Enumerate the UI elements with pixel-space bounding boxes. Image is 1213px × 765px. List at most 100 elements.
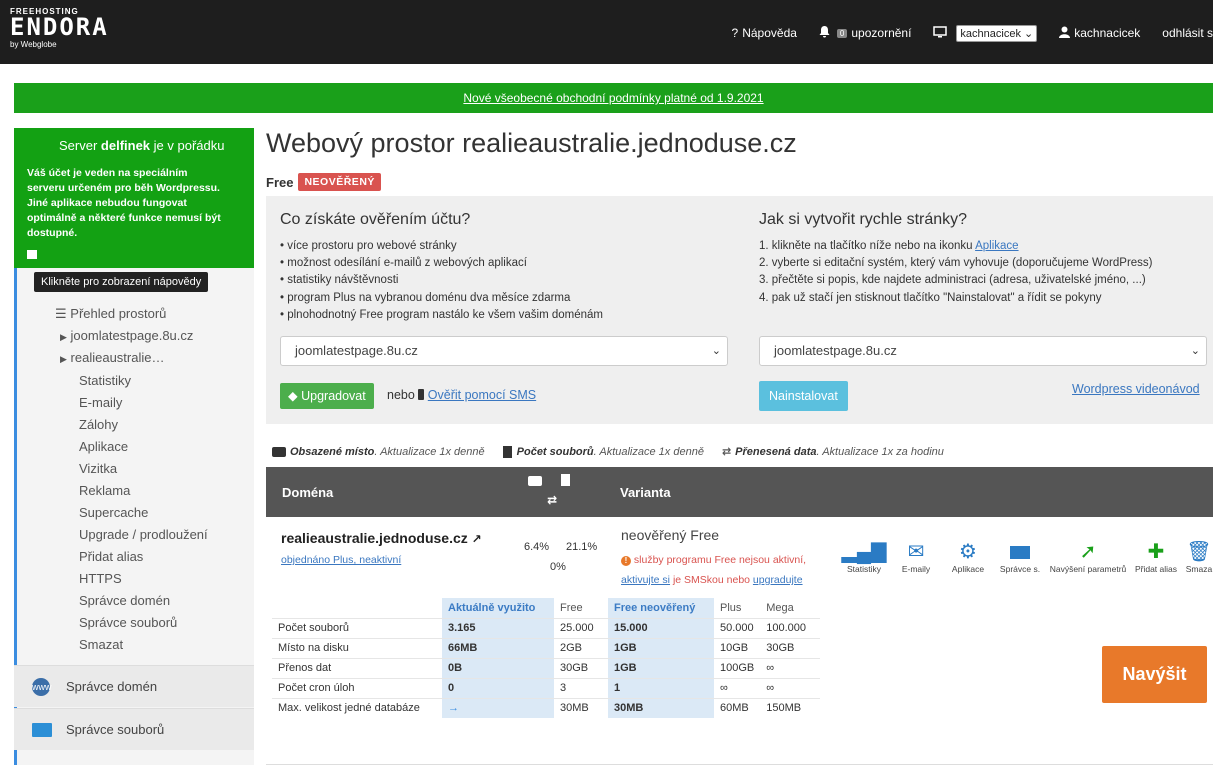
info-panel: Co získáte ověřením účtu? • více prostor… [266,196,1213,424]
install-button[interactable]: Nainstalovat [759,381,848,411]
action-emails[interactable]: ✉ E-maily [890,540,942,574]
variant-name: neověřený Free [621,527,720,543]
column-header-free: Free [560,601,583,614]
list-item: • možnost odesílání e-mailů z webových a… [280,257,527,270]
legend-transfer-note: . Aktualizace 1x za hodinu [816,445,944,458]
ordered-plan-link[interactable]: objednáno Plus, neaktivní [281,554,401,566]
upgrade-link[interactable]: upgradujte [753,574,803,586]
cell-value: 0B [448,662,463,674]
sidebar-sub-https[interactable]: HTTPS [79,571,122,586]
cell-value: ∞ [714,677,761,698]
list-item: • více prostoru pro webové stránky [280,240,457,252]
cell-value: 30MB [614,702,644,715]
action-statistics[interactable]: ▂▄▇ Statistiky [838,540,890,574]
sidebar-sub-label: HTTPS [79,571,122,586]
sidebar-sub-statistics[interactable]: Statistiky [79,373,131,388]
account-switcher[interactable]: kachnacicek ⌄ [933,24,1038,42]
action-add-alias[interactable]: ✚ Přidat alias [1130,540,1182,574]
account-select[interactable]: kachnacicek ⌄ [956,24,1038,42]
notifications-link[interactable]: 0 upozornění [819,25,911,41]
list-item: 2. vyberte si editační systém, který vám… [759,257,1153,270]
action-label: E-maily [901,564,931,574]
page-title: Webový prostor realieaustralie.jednoduse… [266,128,797,158]
sidebar-sub-upgrade[interactable]: Upgrade / prodloužení [79,527,208,542]
files-usage-percent: 21.1% [566,541,598,553]
cell-value: 10GB [714,637,761,658]
upgrade-button[interactable]: ◆ Upgradovat [280,383,374,409]
logo-by-text: by Webglobe [10,40,57,49]
envelope-icon: ✉ [907,541,925,563]
sidebar-item-domain-manager[interactable]: www Správce domén [14,665,254,707]
install-domain-select[interactable]: joomlatestpage.8u.cz ⌄ [759,336,1207,366]
sidebar-item-space-joomla[interactable]: ▶ joomlatestpage.8u.cz [60,328,193,343]
legend-transfer-label: Přenesená data [735,445,817,458]
domain-actions: ▂▄▇ Statistiky ✉ E-maily ⚙ Aplikace Sprá… [838,540,1213,574]
table-row: Počet cron úloh 0 3 1 ∞ ∞ [272,677,821,698]
list-item: 3. přečtěte si popis, kde najdete admini… [759,274,1146,287]
arrow-right-icon[interactable]: → [448,702,459,714]
sidebar-item-label: Správce souborů [66,722,165,737]
list-item-text: možnost odesílání e-mailů z webových apl… [287,257,527,270]
cell-value: 30GB [760,637,821,658]
external-link-icon[interactable]: ↗ [472,532,482,546]
sidebar-sub-label: Smazat [79,637,124,652]
sidebar-sub-delete[interactable]: Smazat [79,637,123,652]
sidebar-sub-apps[interactable]: Aplikace [79,439,128,454]
action-boost-parameters[interactable]: ➚ Navýšení parametrů [1046,540,1130,574]
sidebar-item-file-manager[interactable]: Správce souborů [14,708,254,750]
column-domain: Doména [282,485,334,500]
sidebar-sub-ads[interactable]: Reklama [79,483,130,498]
sidebar-sub-label: Supercache [79,505,149,520]
sidebar-sub-label: E-maily [79,395,123,410]
sidebar-sub-card[interactable]: Vizitka [79,461,117,476]
sidebar-sub-label: Upgrade / prodloužení [79,527,208,542]
action-label: Smaza [1185,564,1213,574]
activate-link[interactable]: aktivujte si [621,574,670,586]
sidebar-sub-domains[interactable]: Správce domén [79,593,170,608]
button-label: Upgradovat [301,389,366,403]
column-header-plus: Plus [720,601,742,614]
sidebar-item-label: Přehled prostorů [70,306,167,321]
sms-verify-link[interactable]: Ověřit pomocí SMS [428,388,536,402]
wordpress-video-link[interactable]: Wordpress videonávod [1072,382,1200,396]
action-label: Přidat alias [1134,564,1178,574]
sidebar-sub-files[interactable]: Správce souborů [79,615,177,630]
sidebar-item-space-realie[interactable]: ▶ realieaustralie… [60,350,164,365]
select-value: joomlatestpage.8u.cz [774,343,897,358]
row-label: Počet souborů [272,617,442,638]
column-header-free-unverified: Free neověřený [608,598,714,618]
file-icon [561,474,571,486]
folder-icon [994,540,1046,564]
sidebar-item-overview[interactable]: ☰ Přehled prostorů [55,306,166,322]
plus-icon: ✚ [1147,541,1165,563]
verify-benefits-list: • více prostoru pro webové stránky • mož… [280,238,603,324]
action-file-manager[interactable]: Správce s. [994,540,1046,574]
sidebar-sub-supercache[interactable]: Supercache [79,505,148,520]
action-delete[interactable]: 🗑 Smaza [1182,540,1213,574]
user-link[interactable]: kachnacicek [1059,26,1140,41]
cell-value: 1GB [614,662,637,674]
upgrade-domain-select[interactable]: joomlatestpage.8u.cz ⌄ [280,336,728,366]
list-item: 1. klikněte na tlačítko níže nebo na iko… [759,238,1153,255]
boost-button[interactable]: Navýšit [1102,646,1207,703]
action-apps[interactable]: ⚙ Aplikace [942,540,994,574]
terms-link[interactable]: Nové všeobecné obchodní podmínky platné … [463,91,763,105]
plan-line: Free NEOVĚŘENÝ [266,173,381,191]
server-name: delfinek [100,138,151,153]
sidebar-sub-label: Statistiky [79,373,132,388]
help-link[interactable]: ? Nápověda [732,26,797,40]
usage-column-icons: ⇄ [528,473,571,509]
transfer-icon: ⇄ [721,446,732,458]
action-label: Navýšení parametrů [1049,564,1127,574]
endora-logo[interactable]: FREEHOSTING ENDORA by Webglobe [10,7,150,59]
account-select-value: kachnacicek [960,27,1021,40]
domain-name[interactable]: realieaustralie.jednoduse.cz ↗ [281,530,482,546]
sidebar-sub-emails[interactable]: E-maily [79,395,122,410]
question-icon: ? [731,26,739,40]
user-name: kachnacicek [1074,26,1141,40]
sidebar-sub-backups[interactable]: Zálohy [79,417,118,432]
logout-link[interactable]: odhlásit s [1162,26,1213,40]
apps-link[interactable]: Aplikace [975,240,1018,252]
domains-table-header: Doména ⇄ Varianta [266,467,1213,517]
sidebar-sub-alias[interactable]: Přidat alias [79,549,143,564]
